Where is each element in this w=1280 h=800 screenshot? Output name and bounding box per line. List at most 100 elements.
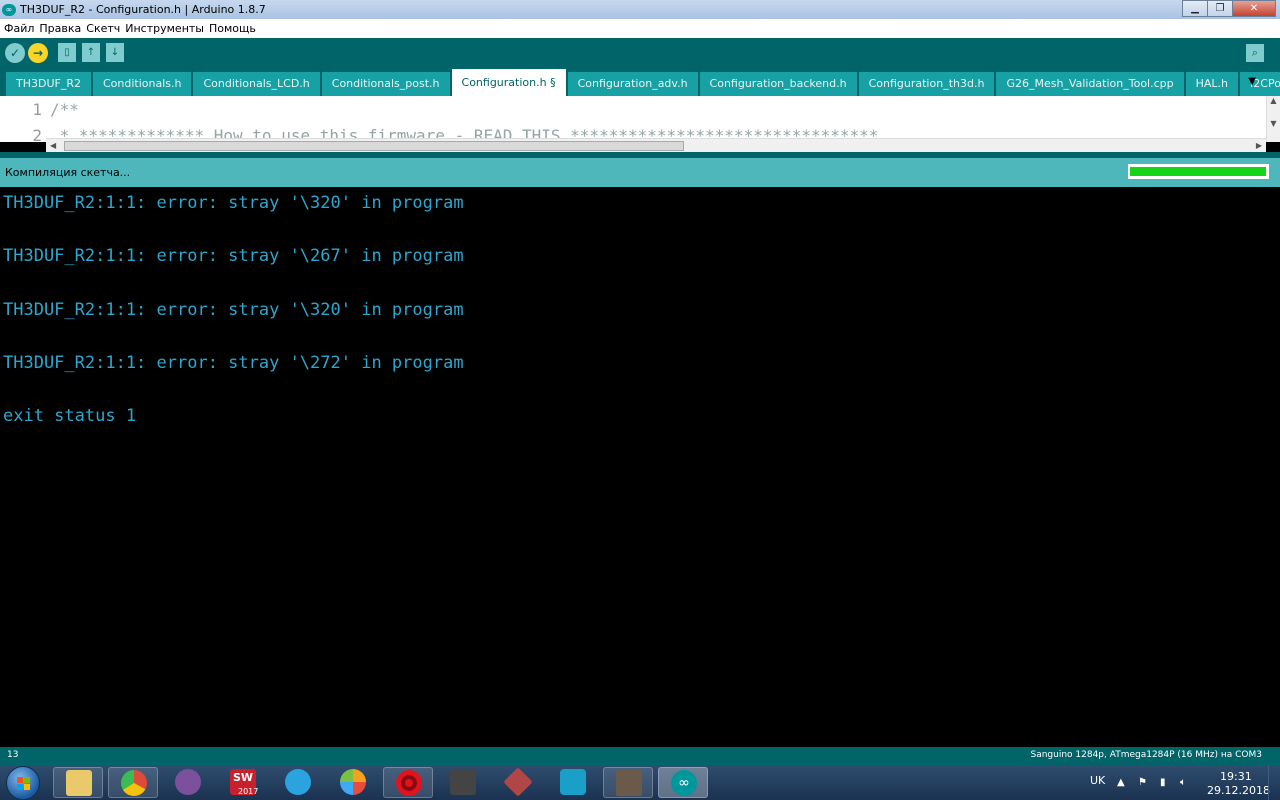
editor-horizontal-scrollbar[interactable]: ◀ ▶ <box>46 138 1266 152</box>
menu-help[interactable]: Помощь <box>209 22 256 35</box>
clock-date[interactable]: 29.12.2018 <box>1207 784 1270 797</box>
footer-bar: 13 Sanguino 1284p, ATmega1284P (16 MHz) … <box>0 747 1280 765</box>
window-title: TH3DUF_R2 - Configuration.h | Arduino 1.… <box>20 3 266 16</box>
solidworks-year: 2017 <box>238 787 259 796</box>
file-explorer-icon <box>66 770 92 796</box>
console-line: TH3DUF_R2:1:1: error: stray '\320' in pr… <box>3 193 464 213</box>
tab-hal[interactable]: HAL.h <box>1185 72 1239 96</box>
taskbar-arduino[interactable]: ∞ <box>658 767 708 798</box>
code-editor[interactable]: 1 2 /** * ************* How to use this … <box>0 96 1280 142</box>
serial-monitor-button[interactable]: ⌕ <box>1246 44 1264 62</box>
taskbar-inkscape[interactable] <box>438 767 488 798</box>
scroll-left-icon[interactable]: ◀ <box>50 139 56 153</box>
title-bar: ∞ TH3DUF_R2 - Configuration.h | Arduino … <box>0 0 1280 19</box>
tray-expand-icon[interactable]: ▲ <box>1117 777 1125 788</box>
upload-button[interactable]: → <box>28 43 48 63</box>
taskbar-photo[interactable] <box>328 767 378 798</box>
console-line: exit status 1 <box>3 406 137 426</box>
windows-taskbar: SW 2017 ∞ UK ▲ ⚑ ▮ 🔈︎ 19:31 29.12.2018 <box>0 765 1280 800</box>
console-line: TH3DUF_R2:1:1: error: stray '\320' in pr… <box>3 300 464 320</box>
new-file-icon: ▯ <box>64 47 70 58</box>
verify-button[interactable]: ✓ <box>5 43 25 63</box>
menu-tools[interactable]: Инструменты <box>125 22 204 35</box>
taskbar-3d-app[interactable] <box>493 767 543 798</box>
scrollbar-thumb[interactable] <box>64 141 684 151</box>
arduino-icon: ∞ <box>2 3 16 16</box>
volume-icon[interactable]: 🔈︎ <box>1180 777 1186 788</box>
close-button[interactable]: ✕ <box>1232 0 1276 17</box>
tab-configuration-backend[interactable]: Configuration_backend.h <box>699 72 857 96</box>
taskbar-opera[interactable] <box>383 767 433 798</box>
tab-g26-mesh[interactable]: G26_Mesh_Validation_Tool.cpp <box>996 72 1184 96</box>
save-down-arrow-icon: ↓ <box>110 47 120 58</box>
scroll-up-icon[interactable]: ▲ <box>1267 96 1280 105</box>
line-gutter: 1 2 <box>0 96 46 142</box>
code-line: /** <box>50 100 79 119</box>
magnifier-icon: ⌕ <box>1251 46 1259 59</box>
arduino-ide-window: ∞ TH3DUF_R2 - Configuration.h | Arduino … <box>0 0 1280 800</box>
board-info: Sanguino 1284p, ATmega1284P (16 MHz) на … <box>1030 750 1262 760</box>
taskbar-solidworks[interactable]: SW 2017 <box>218 767 268 798</box>
right-arrow-icon: → <box>32 46 44 60</box>
taskbar-explorer[interactable] <box>53 767 103 798</box>
menu-bar: Файл Правка Скетч Инструменты Помощь <box>0 19 1280 38</box>
scroll-down-icon[interactable]: ▼ <box>1267 119 1280 128</box>
tab-conditionals-lcd[interactable]: Conditionals_LCD.h <box>193 72 320 96</box>
cursor-line-number: 13 <box>7 750 19 760</box>
photo-app-icon <box>340 769 366 795</box>
console-line: TH3DUF_R2:1:1: error: stray '\267' in pr… <box>3 246 464 266</box>
taskbar-c-app[interactable] <box>548 767 598 798</box>
console-line: TH3DUF_R2:1:1: error: stray '\272' in pr… <box>3 353 464 373</box>
status-message: Компиляция скетча... <box>5 166 131 179</box>
scroll-right-icon[interactable]: ▶ <box>1256 139 1262 153</box>
output-console[interactable]: TH3DUF_R2:1:1: error: stray '\320' in pr… <box>0 187 1280 747</box>
tab-configuration-adv[interactable]: Configuration_adv.h <box>567 72 698 96</box>
menu-file[interactable]: Файл <box>4 22 34 35</box>
start-button[interactable] <box>6 766 40 800</box>
taskbar-telegram[interactable] <box>273 767 323 798</box>
tab-bar: TH3DUF_R2 Conditionals.h Conditionals_LC… <box>0 69 1280 96</box>
network-icon[interactable]: ▮ <box>1160 777 1166 788</box>
new-sketch-button[interactable]: ▯ <box>58 43 76 62</box>
c-app-icon <box>560 769 586 795</box>
tab-conditionals[interactable]: Conditionals.h <box>92 72 192 96</box>
toolbar: ✓ → ▯ ↑ ↓ ⌕ <box>0 38 1280 69</box>
inkscape-icon <box>450 769 476 795</box>
tab-configuration[interactable]: Configuration.h § <box>451 69 566 96</box>
progress-fill <box>1130 167 1266 176</box>
solidworks-label: SW <box>232 771 254 784</box>
telegram-icon <box>285 769 311 795</box>
show-desktop-button[interactable] <box>1268 765 1280 800</box>
save-sketch-button[interactable]: ↓ <box>106 43 124 62</box>
taskbar-viber[interactable] <box>163 767 213 798</box>
taskbar-chrome[interactable] <box>108 767 158 798</box>
clock-time[interactable]: 19:31 <box>1220 770 1252 783</box>
menu-sketch[interactable]: Скетч <box>86 22 120 35</box>
status-bar: Компиляция скетча... <box>0 158 1280 187</box>
maximize-button[interactable]: ❐ <box>1207 0 1233 17</box>
open-up-arrow-icon: ↑ <box>86 47 96 58</box>
editor-vertical-scrollbar[interactable]: ▲ ▼ <box>1266 96 1280 142</box>
tab-configuration-th3d[interactable]: Configuration_th3d.h <box>858 72 995 96</box>
action-center-flag-icon[interactable]: ⚑ <box>1138 777 1147 788</box>
arduino-icon: ∞ <box>671 770 697 796</box>
windows-logo-icon <box>17 777 31 791</box>
window-controls: ▁ ❐ ✕ <box>1182 0 1276 17</box>
tab-conditionals-post[interactable]: Conditionals_post.h <box>321 72 450 96</box>
viber-icon <box>175 769 201 795</box>
line-number: 1 <box>32 100 42 119</box>
game-icon <box>616 770 642 796</box>
compile-progress-bar <box>1127 163 1270 180</box>
minimize-button[interactable]: ▁ <box>1182 0 1208 17</box>
checkmark-icon: ✓ <box>9 46 21 60</box>
chrome-icon <box>121 770 147 796</box>
taskbar-game[interactable] <box>603 767 653 798</box>
tab-i2c-position-encoder[interactable]: I2CPositionEncoder.cpp <box>1240 72 1280 96</box>
open-sketch-button[interactable]: ↑ <box>82 43 100 62</box>
opera-icon <box>396 770 422 796</box>
tab-menu-dropdown-icon[interactable]: ▼ <box>1248 76 1256 87</box>
menu-edit[interactable]: Правка <box>39 22 81 35</box>
tab-th3duf-r2[interactable]: TH3DUF_R2 <box>6 72 91 96</box>
3d-cube-icon <box>503 767 533 797</box>
language-indicator[interactable]: UK <box>1090 774 1105 787</box>
